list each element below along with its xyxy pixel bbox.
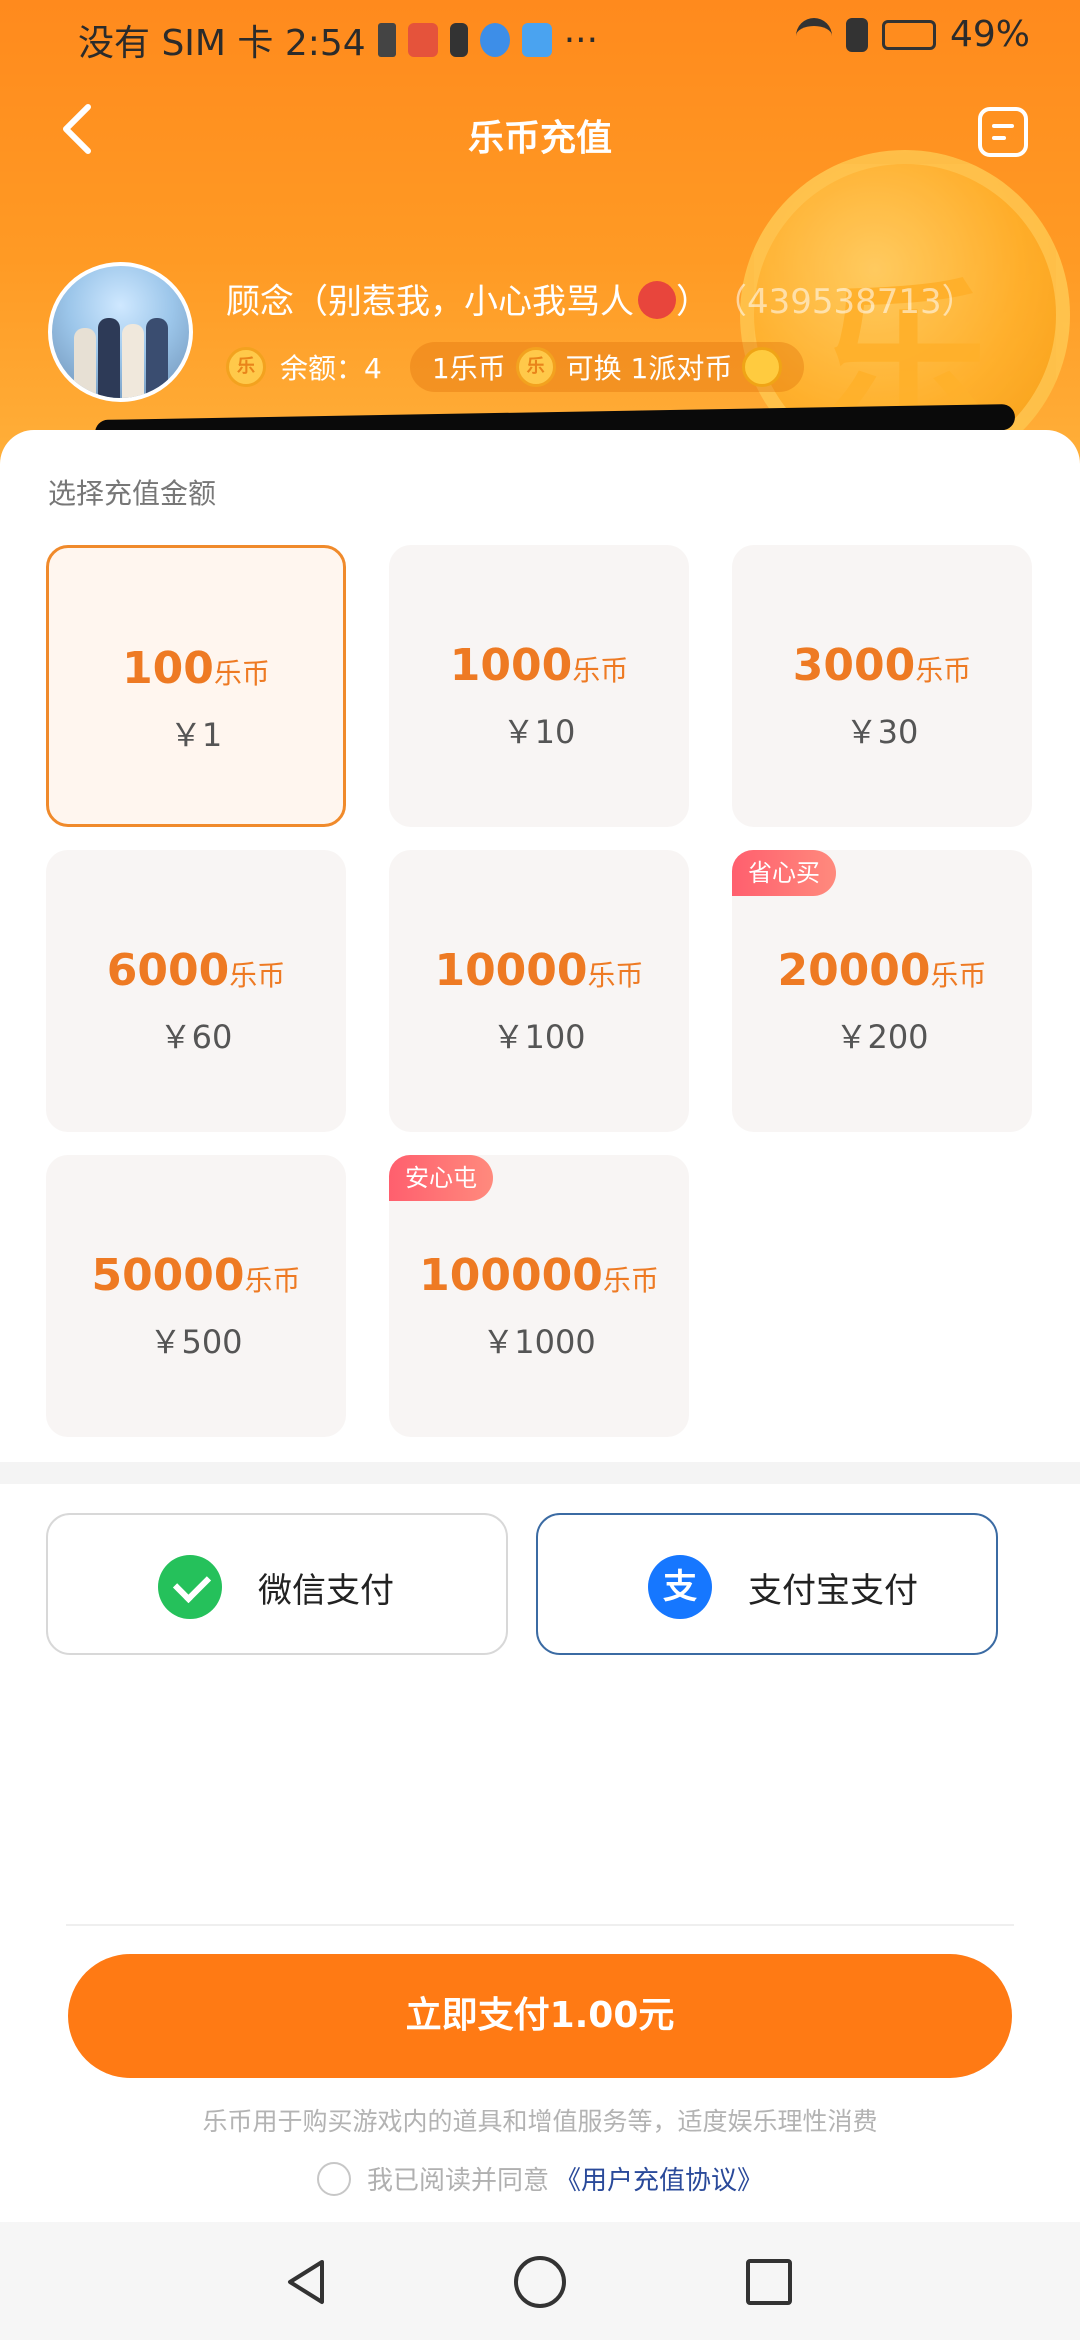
battery-icon [881, 19, 936, 50]
more-notifications: ··· [563, 19, 599, 61]
pay-now-button[interactable]: 立即支付1.00元 [68, 1954, 1012, 2078]
system-nav-bar [0, 2222, 1080, 2340]
menu-line-icon [992, 136, 1006, 140]
agree-text: 我已阅读并同意 [366, 2166, 549, 2196]
alipay-icon: 支 [648, 1555, 712, 1619]
battery-percent: 49% [949, 14, 1030, 55]
system-home-button[interactable] [514, 2256, 566, 2308]
agreement-link[interactable]: 《用户充值协议》 [555, 2160, 763, 2197]
user-name-close: ） [676, 282, 710, 322]
amount-option-50000[interactable]: 50000乐币 ￥500 [46, 1155, 346, 1437]
exchange-rate-pill: 1乐币 乐 可换 1派对币 [409, 342, 805, 392]
system-recents-button[interactable] [746, 2259, 792, 2305]
wechat-pay-label: 微信支付 [258, 1571, 394, 1611]
alipay-label: 支付宝支付 [748, 1571, 918, 1611]
agree-checkbox[interactable] [316, 2161, 351, 2196]
wechat-pay-option[interactable]: 微信支付 [46, 1513, 508, 1655]
carrier-time: 没有 SIM 卡 2:54 [78, 23, 366, 64]
balance: 余额：4 [280, 352, 382, 385]
amount-option-10000[interactable]: 10000乐币 ￥100 [389, 850, 689, 1132]
wifi-icon [795, 17, 832, 52]
status-bar: 没有 SIM 卡 2:54 ··· 49% [0, 0, 1080, 74]
promo-badge: 省心买 [732, 850, 836, 896]
party-coin-icon [742, 347, 783, 387]
cloud-icon [521, 23, 552, 57]
balance-line: 乐 余额：4 1乐币 乐 可换 1派对币 [226, 342, 805, 392]
records-button[interactable] [978, 107, 1028, 157]
alipay-option[interactable]: 支 支付宝支付 [536, 1513, 998, 1655]
menu-line-icon [992, 124, 1014, 128]
top-nav: 乐币充值 [0, 95, 1080, 175]
amount-option-3000[interactable]: 3000乐币 ￥30 [732, 545, 1032, 827]
amount-option-100[interactable]: 100乐币 ￥1 [46, 545, 346, 827]
browser-icon [479, 23, 510, 57]
divider [66, 1924, 1014, 1926]
agreement-row: 我已阅读并同意 《用户充值协议》 [0, 2160, 1080, 2197]
angry-face-icon [638, 281, 676, 319]
section-title: 选择充值金额 [48, 477, 217, 510]
battery-alert-icon [449, 23, 468, 57]
recharge-panel: 选择充值金额 100乐币 ￥1 1000乐币 ￥10 3000乐币 ￥30 60… [0, 430, 1080, 1470]
system-back-button[interactable] [282, 2256, 334, 2308]
le-coin-icon: 乐 [226, 347, 266, 387]
user-profile: 顾念（别惹我，小心我骂人 ） （439538713） 乐 余额：4 1乐币 乐 可换… [48, 262, 1048, 412]
hourglass-icon [377, 23, 396, 57]
user-name-line: 顾念（别惹我，小心我骂人 ） （439538713） [226, 274, 976, 323]
section-divider [0, 1462, 1080, 1484]
app-notification-icon [407, 23, 438, 57]
promo-badge: 安心屯 [389, 1155, 493, 1201]
triangle-back-icon [288, 2260, 324, 2304]
wechat-icon [158, 1555, 222, 1619]
user-name: 顾念（别惹我，小心我骂人 [226, 282, 634, 322]
sim-alert-icon [845, 17, 868, 52]
rate-left: 1乐币 [431, 352, 506, 385]
page-title: 乐币充值 [467, 118, 612, 159]
avatar [48, 262, 193, 402]
usage-notice: 乐币用于购买游戏内的道具和增值服务等，适度娱乐理性消费 [202, 2107, 878, 2136]
le-coin-icon: 乐 [515, 347, 556, 387]
amount-option-1000[interactable]: 1000乐币 ￥10 [389, 545, 689, 827]
amount-option-100000[interactable]: 安心屯 100000乐币 ￥1000 [389, 1155, 689, 1437]
amount-option-6000[interactable]: 6000乐币 ￥60 [46, 850, 346, 1132]
user-id: （439538713） [730, 282, 976, 322]
rate-right: 可换 1派对币 [565, 352, 733, 385]
amount-option-20000[interactable]: 省心买 20000乐币 ￥200 [732, 850, 1032, 1132]
